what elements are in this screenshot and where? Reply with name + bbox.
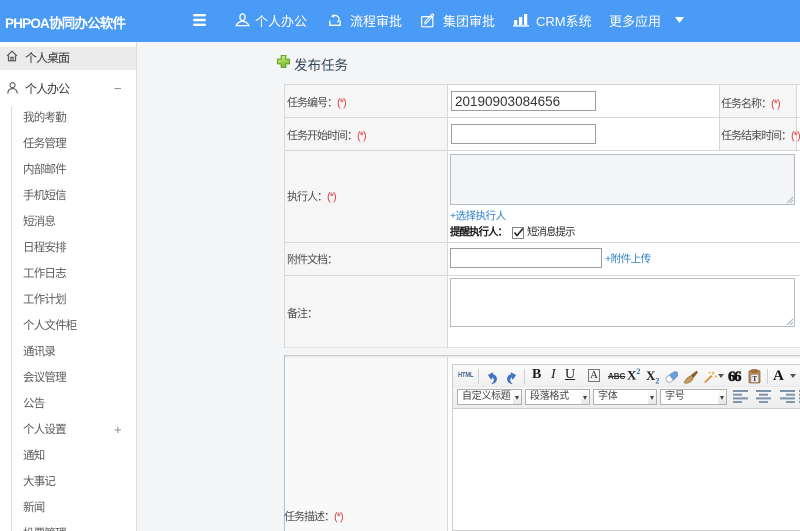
svg-text:T: T bbox=[752, 375, 757, 383]
